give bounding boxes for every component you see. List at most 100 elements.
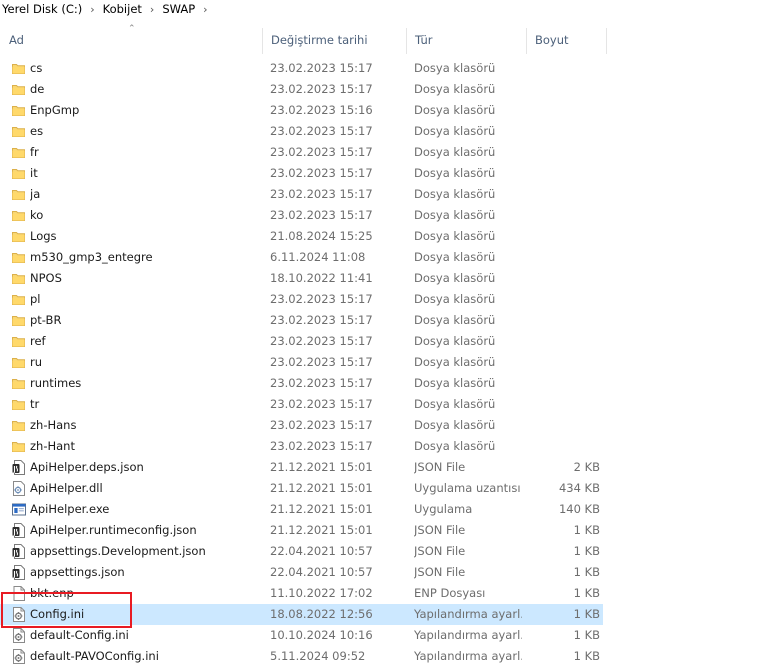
file-date: 21.12.2021 15:01: [270, 502, 373, 516]
file-type: JSON File: [414, 544, 466, 558]
file-size: 140 KB: [558, 502, 600, 516]
file-date: 18.08.2022 12:56: [270, 607, 373, 621]
file-row[interactable]: ref 23.02.2023 15:17 Dosya klasörü: [0, 331, 603, 352]
file-row[interactable]: ApiHelper.runtimeconfig.json 21.12.2021 1…: [0, 520, 603, 541]
file-type: Dosya klasörü: [414, 187, 496, 201]
column-header-name[interactable]: Ad ⌃: [0, 24, 262, 54]
file-name: Config.ini: [30, 607, 85, 621]
file-size: [528, 310, 600, 331]
file-row[interactable]: bkt.enp 11.10.2022 17:02 ENP Dosyası 1 KB: [0, 583, 603, 604]
file-type: Yapılandırma ayarl...: [414, 628, 522, 642]
breadcrumb-item-drive[interactable]: Yerel Disk (C:): [0, 2, 84, 16]
file-row[interactable]: de 23.02.2023 15:17 Dosya klasörü: [0, 79, 603, 100]
file-row[interactable]: appsettings.json 22.04.2021 10:57 JSON Fil…: [0, 562, 603, 583]
file-row[interactable]: it 23.02.2023 15:17 Dosya klasörü: [0, 163, 603, 184]
file-list: cs 23.02.2023 15:17 Dosya klasörü de 23.02.2…: [0, 58, 773, 667]
file-type: Dosya klasörü: [414, 439, 496, 453]
file-row[interactable]: NPOS 18.10.2022 11:41 Dosya klasörü: [0, 268, 603, 289]
file-name: pl: [30, 292, 41, 306]
file-size: [528, 331, 600, 352]
file-date: 23.02.2023 15:17: [270, 82, 373, 96]
file-type: Dosya klasörü: [414, 376, 496, 390]
column-header-date[interactable]: Değiştirme tarihi: [262, 26, 406, 54]
file-name: pt-BR: [30, 313, 62, 327]
file-name: zh-Hant: [30, 439, 75, 453]
file-size: [528, 436, 600, 457]
column-header-row: Ad ⌃ Değiştirme tarihi Tür Boyut: [0, 24, 773, 54]
column-divider[interactable]: [606, 28, 607, 54]
file-size: 1 KB: [573, 544, 600, 558]
file-size: 1 KB: [573, 607, 600, 621]
file-date: 23.02.2023 15:17: [270, 145, 373, 159]
file-row[interactable]: Logs 21.08.2024 15:25 Dosya klasörü: [0, 226, 603, 247]
file-type: Dosya klasörü: [414, 103, 496, 117]
column-header-type-label: Tür: [415, 33, 433, 47]
file-date: 5.11.2024 09:52: [270, 649, 366, 663]
breadcrumb: Yerel Disk (C:) › Kobijet › SWAP ›: [0, 0, 773, 18]
file-row[interactable]: zh-Hant 23.02.2023 15:17 Dosya klasörü: [0, 436, 603, 457]
file-name: ApiHelper.runtimeconfig.json: [30, 523, 197, 537]
file-type: Uygulama: [414, 502, 473, 516]
file-name: ja: [30, 187, 41, 201]
breadcrumb-item-swap[interactable]: SWAP: [160, 2, 197, 16]
file-date: 21.08.2024 15:25: [270, 229, 373, 243]
file-row[interactable]: m530_gmp3_entegre 6.11.2024 11:08 Dosya kl…: [0, 247, 603, 268]
file-date: 10.10.2024 10:16: [270, 628, 373, 642]
file-name: ApiHelper.exe: [30, 502, 110, 516]
file-row[interactable]: ApiHelper.dll 21.12.2021 15:01 Uygulama uz…: [0, 478, 603, 499]
file-row[interactable]: es 23.02.2023 15:17 Dosya klasörü: [0, 121, 603, 142]
file-row[interactable]: tr 23.02.2023 15:17 Dosya klasörü: [0, 394, 603, 415]
file-type: Dosya klasörü: [414, 166, 496, 180]
file-row[interactable]: zh-Hans 23.02.2023 15:17 Dosya klasörü: [0, 415, 603, 436]
breadcrumb-separator-icon[interactable]: ›: [84, 3, 100, 16]
file-name: zh-Hans: [30, 418, 77, 432]
file-row[interactable]: appsettings.Development.json 22.04.2021 1…: [0, 541, 603, 562]
file-size: [528, 226, 600, 247]
file-row[interactable]: default-PAVOConfig.ini 5.11.2024 09:52 Yap…: [0, 646, 603, 667]
file-size: [528, 268, 600, 289]
file-date: 23.02.2023 15:17: [270, 166, 373, 180]
file-name: appsettings.Development.json: [30, 544, 206, 558]
breadcrumb-separator-icon[interactable]: ›: [197, 3, 213, 16]
file-size: [528, 205, 600, 226]
file-date: 21.12.2021 15:01: [270, 460, 373, 474]
file-row[interactable]: pl 23.02.2023 15:17 Dosya klasörü: [0, 289, 603, 310]
file-name: fr: [30, 145, 39, 159]
file-type: JSON File: [414, 460, 466, 474]
file-row[interactable]: ApiHelper.exe 21.12.2021 15:01 Uygulama 140…: [0, 499, 603, 520]
file-type: Dosya klasörü: [414, 397, 496, 411]
file-row[interactable]: ApiHelper.deps.json 21.12.2021 15:01 JSON …: [0, 457, 603, 478]
file-name: ru: [30, 355, 43, 369]
breadcrumb-item-kobijet[interactable]: Kobijet: [101, 2, 144, 16]
file-row[interactable]: fr 23.02.2023 15:17 Dosya klasörü: [0, 142, 603, 163]
file-row[interactable]: cs 23.02.2023 15:17 Dosya klasörü: [0, 58, 603, 79]
file-row[interactable]: ko 23.02.2023 15:17 Dosya klasörü: [0, 205, 603, 226]
file-row[interactable]: default-Config.ini 10.10.2024 10:16 Yapıla…: [0, 625, 603, 646]
file-size: [528, 121, 600, 142]
file-row[interactable]: pt-BR 23.02.2023 15:17 Dosya klasörü: [0, 310, 603, 331]
file-row[interactable]: Config.ini 18.08.2022 12:56 Yapılandırma a…: [0, 604, 603, 625]
file-date: 23.02.2023 15:17: [270, 292, 373, 306]
file-date: 23.02.2023 15:17: [270, 208, 373, 222]
file-date: 23.02.2023 15:17: [270, 334, 373, 348]
file-row[interactable]: ru 23.02.2023 15:17 Dosya klasörü: [0, 352, 603, 373]
file-size: 1 KB: [573, 565, 600, 579]
column-header-date-label: Değiştirme tarihi: [271, 33, 368, 47]
file-date: 23.02.2023 15:17: [270, 439, 373, 453]
file-row[interactable]: runtimes 23.02.2023 15:17 Dosya klasörü: [0, 373, 603, 394]
column-header-type[interactable]: Tür: [406, 26, 526, 54]
file-name: NPOS: [30, 271, 62, 285]
file-name: runtimes: [30, 376, 82, 390]
column-header-size-label: Boyut: [535, 33, 569, 47]
file-row[interactable]: ja 23.02.2023 15:17 Dosya klasörü: [0, 184, 603, 205]
file-type: Dosya klasörü: [414, 145, 496, 159]
file-size: 2 KB: [573, 460, 600, 474]
file-size: [528, 352, 600, 373]
file-name: m530_gmp3_entegre: [30, 250, 153, 264]
breadcrumb-separator-icon[interactable]: ›: [144, 3, 160, 16]
column-header-size[interactable]: Boyut: [526, 26, 606, 54]
file-size: [528, 58, 600, 79]
file-date: 22.04.2021 10:57: [270, 565, 373, 579]
file-type: Dosya klasörü: [414, 334, 496, 348]
file-row[interactable]: EnpGmp 23.02.2023 15:16 Dosya klasörü: [0, 100, 603, 121]
